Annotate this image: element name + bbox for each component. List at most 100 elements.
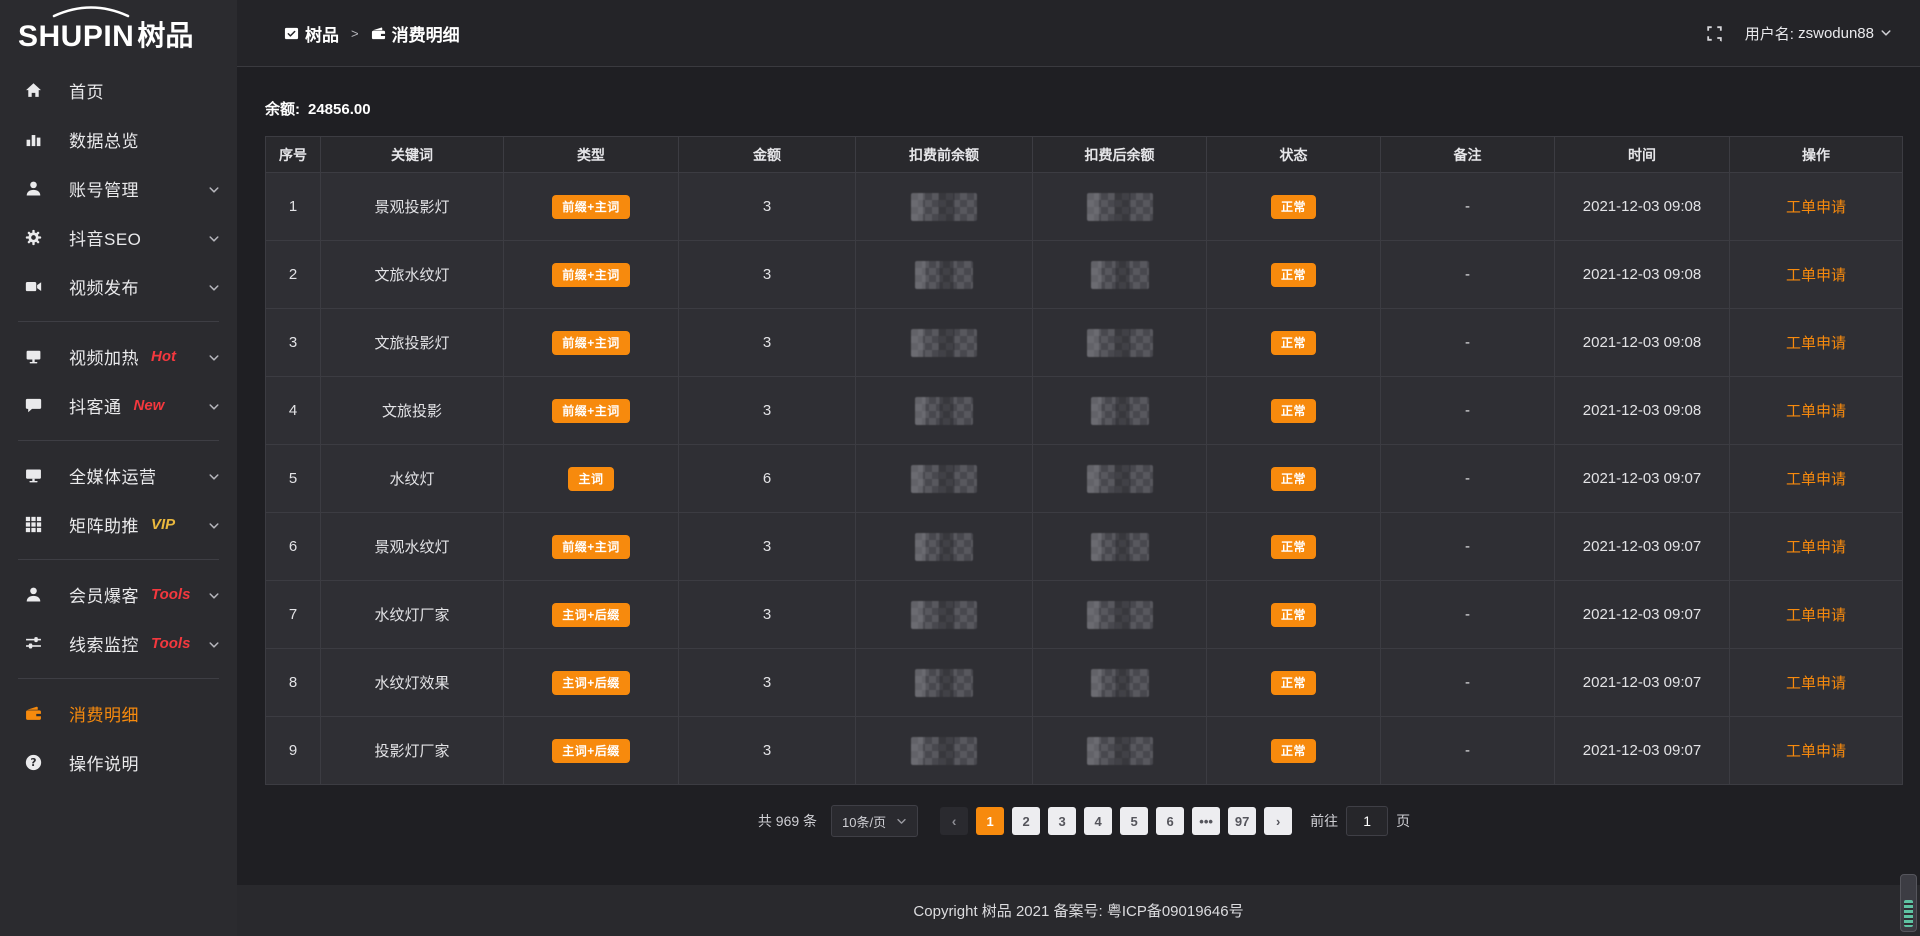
cell-action: 工单申请 bbox=[1730, 377, 1903, 445]
cell-type: 主词+后缀 bbox=[504, 649, 679, 717]
sidebar-item-douketong[interactable]: 抖客通New bbox=[0, 381, 237, 430]
more-pages-button[interactable]: ••• bbox=[1192, 807, 1220, 835]
cell-balance-after bbox=[1033, 717, 1207, 785]
chevron-down-icon bbox=[208, 281, 220, 293]
status-badge: 正常 bbox=[1271, 195, 1316, 219]
cell-amount: 3 bbox=[679, 649, 856, 717]
blurred-balance-after bbox=[1087, 329, 1153, 357]
page-button-1[interactable]: 1 bbox=[976, 807, 1004, 835]
blurred-balance-before bbox=[911, 193, 977, 221]
cell-keyword: 水纹灯厂家 bbox=[321, 581, 504, 649]
cell-amount: 3 bbox=[679, 241, 856, 309]
sidebar-item-douyin-seo[interactable]: 抖音SEO bbox=[0, 213, 237, 262]
sidebar-item-clue-monitor[interactable]: 线索监控Tools bbox=[0, 619, 237, 668]
sidebar-item-media-operation[interactable]: 全媒体运营 bbox=[0, 451, 237, 500]
type-badge: 主词 bbox=[568, 467, 613, 491]
cell-index: 1 bbox=[266, 173, 321, 241]
page-size-select[interactable]: 10条/页 bbox=[831, 805, 918, 837]
goto-page: 前往页 bbox=[1310, 806, 1410, 836]
cell-balance-before bbox=[856, 241, 1033, 309]
work-order-link[interactable]: 工单申请 bbox=[1786, 267, 1846, 284]
grid-icon bbox=[25, 516, 42, 533]
sidebar-item-member-burst[interactable]: 会员爆客Tools bbox=[0, 570, 237, 619]
topbar: 树品>消费明细 用户名: zswodun88 bbox=[237, 0, 1920, 67]
cell-action: 工单申请 bbox=[1730, 173, 1903, 241]
sidebar-item-label: 数据总览 bbox=[69, 127, 139, 152]
page-button-3[interactable]: 3 bbox=[1048, 807, 1076, 835]
cell-balance-after bbox=[1033, 581, 1207, 649]
col-action: 操作 bbox=[1730, 137, 1903, 173]
sidebar-item-home[interactable]: 首页 bbox=[0, 66, 237, 115]
username-value: zswodun88 bbox=[1798, 25, 1874, 42]
cell-type: 主词 bbox=[504, 445, 679, 513]
blurred-balance-after bbox=[1091, 397, 1149, 425]
next-page-button[interactable]: › bbox=[1264, 807, 1292, 835]
cell-keyword: 文旅水纹灯 bbox=[321, 241, 504, 309]
page-button-6[interactable]: 6 bbox=[1156, 807, 1184, 835]
copyright-text: Copyright 树品 2021 备案号: 粤ICP备09019646号 bbox=[913, 900, 1243, 921]
cell-status: 正常 bbox=[1207, 513, 1381, 581]
cell-time: 2021-12-03 09:07 bbox=[1555, 581, 1730, 649]
cell-note: - bbox=[1381, 377, 1555, 445]
work-order-link[interactable]: 工单申请 bbox=[1786, 607, 1846, 624]
page-button-2[interactable]: 2 bbox=[1012, 807, 1040, 835]
breadcrumb-label: 消费明细 bbox=[392, 21, 460, 46]
work-order-link[interactable]: 工单申请 bbox=[1786, 199, 1846, 216]
video-icon bbox=[25, 278, 42, 295]
sidebar-item-video-heat[interactable]: 视频加热Hot bbox=[0, 332, 237, 381]
cell-type: 前缀+主词 bbox=[504, 377, 679, 445]
cell-index: 5 bbox=[266, 445, 321, 513]
work-order-link[interactable]: 工单申请 bbox=[1786, 539, 1846, 556]
monitor-icon bbox=[25, 467, 42, 484]
cell-action: 工单申请 bbox=[1730, 513, 1903, 581]
page-button-97[interactable]: 97 bbox=[1228, 807, 1256, 835]
cell-time: 2021-12-03 09:08 bbox=[1555, 377, 1730, 445]
col-index: 序号 bbox=[266, 137, 321, 173]
cell-index: 9 bbox=[266, 717, 321, 785]
user-menu[interactable]: 用户名: zswodun88 bbox=[1745, 23, 1892, 44]
page-button-4[interactable]: 4 bbox=[1084, 807, 1112, 835]
work-order-link[interactable]: 工单申请 bbox=[1786, 403, 1846, 420]
cell-type: 前缀+主词 bbox=[504, 513, 679, 581]
cell-note: - bbox=[1381, 649, 1555, 717]
scrollbar-widget[interactable] bbox=[1900, 874, 1917, 932]
sidebar-divider bbox=[18, 559, 219, 560]
table-row: 6景观水纹灯前缀+主词3正常-2021-12-03 09:07工单申请 bbox=[266, 513, 1903, 581]
cell-type: 前缀+主词 bbox=[504, 309, 679, 377]
col-balance-after: 扣费后余额 bbox=[1033, 137, 1207, 173]
work-order-link[interactable]: 工单申请 bbox=[1786, 743, 1846, 760]
sidebar-item-consumption-detail[interactable]: 消费明细 bbox=[0, 689, 237, 738]
cell-balance-before bbox=[856, 309, 1033, 377]
type-badge: 主词+后缀 bbox=[552, 671, 630, 695]
breadcrumb-item-0[interactable]: 树品 bbox=[284, 21, 339, 46]
prev-page-button[interactable]: ‹ bbox=[940, 807, 968, 835]
cell-keyword: 投影灯厂家 bbox=[321, 717, 504, 785]
col-balance-before: 扣费前余额 bbox=[856, 137, 1033, 173]
col-keyword: 关键词 bbox=[321, 137, 504, 173]
sidebar-item-label: 矩阵助推 bbox=[69, 512, 139, 537]
work-order-link[interactable]: 工单申请 bbox=[1786, 335, 1846, 352]
cell-balance-after bbox=[1033, 649, 1207, 717]
cell-index: 7 bbox=[266, 581, 321, 649]
sidebar-item-operation-guide[interactable]: ?操作说明 bbox=[0, 738, 237, 787]
blurred-balance-after bbox=[1091, 669, 1149, 697]
page-button-5[interactable]: 5 bbox=[1120, 807, 1148, 835]
breadcrumb-item-1[interactable]: 消费明细 bbox=[371, 21, 460, 46]
table-row: 8水纹灯效果主词+后缀3正常-2021-12-03 09:07工单申请 bbox=[266, 649, 1903, 717]
page-size-label: 10条/页 bbox=[842, 812, 886, 831]
sidebar-item-data-overview[interactable]: 数据总览 bbox=[0, 115, 237, 164]
status-badge: 正常 bbox=[1271, 671, 1316, 695]
member-icon bbox=[25, 586, 42, 603]
sidebar-item-tag: Hot bbox=[151, 348, 176, 365]
cell-index: 3 bbox=[266, 309, 321, 377]
cell-time: 2021-12-03 09:08 bbox=[1555, 173, 1730, 241]
work-order-link[interactable]: 工单申请 bbox=[1786, 471, 1846, 488]
goto-page-input[interactable] bbox=[1346, 806, 1388, 836]
cell-keyword: 文旅投影灯 bbox=[321, 309, 504, 377]
sidebar-item-video-publish[interactable]: 视频发布 bbox=[0, 262, 237, 311]
sidebar-item-account-management[interactable]: 账号管理 bbox=[0, 164, 237, 213]
fullscreen-icon[interactable] bbox=[1706, 25, 1723, 42]
sidebar-item-matrix-boost[interactable]: 矩阵助推VIP bbox=[0, 500, 237, 549]
table-row: 3文旅投影灯前缀+主词3正常-2021-12-03 09:08工单申请 bbox=[266, 309, 1903, 377]
work-order-link[interactable]: 工单申请 bbox=[1786, 675, 1846, 692]
